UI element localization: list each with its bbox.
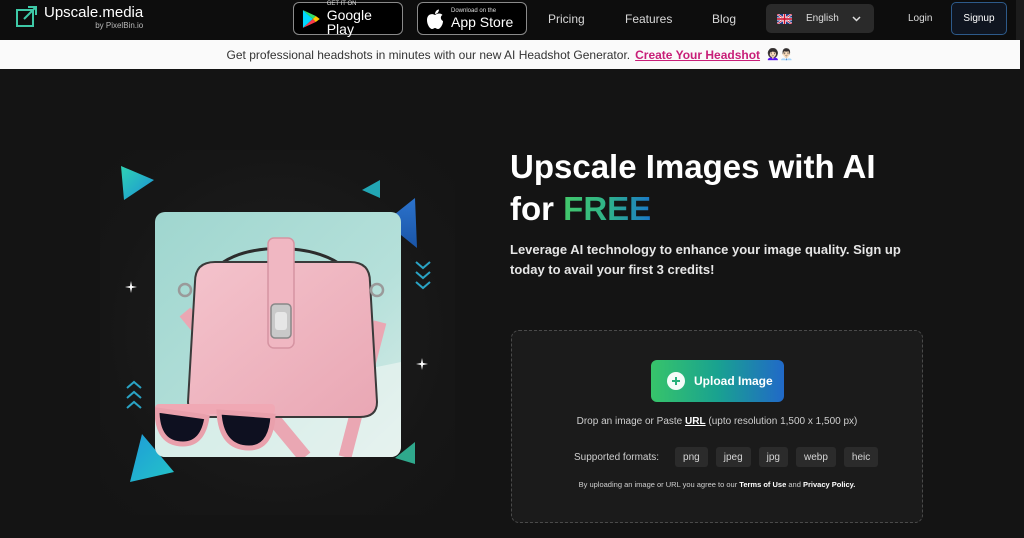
terms-of-use-link[interactable]: Terms of Use bbox=[739, 480, 786, 489]
google-play-icon bbox=[302, 9, 320, 28]
sparkle-icon bbox=[416, 358, 428, 370]
apple-icon bbox=[427, 9, 443, 29]
hero-title-free: FREE bbox=[563, 190, 652, 227]
hero-title-line1: Upscale Images with AI bbox=[510, 148, 876, 185]
format-chip-webp: webp bbox=[796, 447, 836, 467]
language-selector[interactable]: English bbox=[766, 4, 874, 33]
paste-url-link[interactable]: URL bbox=[685, 416, 706, 427]
banner-text: Get professional headshots in minutes wi… bbox=[226, 47, 631, 62]
drop-instructions: Drop an image or Paste URL (upto resolut… bbox=[512, 416, 922, 427]
hero-title-for: for bbox=[510, 190, 554, 227]
google-play-label: Google Play bbox=[326, 7, 372, 37]
pink-bag-illustration bbox=[155, 212, 401, 457]
nav-blog[interactable]: Blog bbox=[712, 12, 736, 26]
format-chip-heic: heic bbox=[843, 447, 879, 467]
announcement-banner: Get professional headshots in minutes wi… bbox=[0, 40, 1020, 69]
hero-subtitle: Leverage AI technology to enhance your i… bbox=[510, 242, 901, 277]
upload-image-label: Upload Image bbox=[694, 374, 773, 388]
upload-image-button[interactable]: Upload Image bbox=[651, 360, 784, 402]
headshot-emoji: 👩🏻‍🦱👨🏻‍💼 bbox=[766, 49, 794, 61]
formats-label: Supported formats: bbox=[574, 451, 660, 463]
supported-formats: Supported formats: png jpeg jpg webp hei… bbox=[574, 447, 879, 467]
drop-suffix: (upto resolution 1,500 x 1,500 px) bbox=[708, 416, 858, 427]
scrollbar[interactable] bbox=[1016, 0, 1024, 40]
sparkle-icon bbox=[125, 281, 137, 293]
app-store-button[interactable]: Download on the App Store bbox=[417, 2, 527, 35]
chevrons-up-icon bbox=[126, 380, 142, 409]
login-link[interactable]: Login bbox=[908, 13, 932, 24]
privacy-policy-link[interactable]: Privacy Policy. bbox=[803, 480, 855, 489]
format-chip-png: png bbox=[675, 447, 708, 467]
chevrons-down-icon bbox=[415, 261, 431, 290]
nav-features[interactable]: Features bbox=[625, 12, 672, 26]
terms-prefix: By uploading an image or URL you agree t… bbox=[578, 480, 738, 489]
upscale-logo-icon bbox=[16, 6, 37, 27]
sample-photo bbox=[155, 212, 401, 457]
logo-subtitle: by PixelBin.io bbox=[95, 21, 144, 30]
chevron-down-icon bbox=[852, 16, 861, 22]
format-chip-jpeg: jpeg bbox=[715, 447, 751, 467]
signup-button[interactable]: Signup bbox=[951, 2, 1007, 35]
google-play-button[interactable]: GET IT ON Google Play bbox=[293, 1, 403, 37]
hero-title: Upscale Images with AI for FREE bbox=[510, 146, 950, 230]
terms-notice: By uploading an image or URL you agree t… bbox=[512, 480, 922, 489]
small-triangle-icon bbox=[362, 180, 380, 198]
top-navigation: Upscale.media by PixelBin.io GET IT ON G… bbox=[0, 0, 1024, 40]
app-store-label: App Store bbox=[451, 14, 514, 30]
plus-circle-icon bbox=[667, 372, 685, 390]
uk-flag-icon bbox=[777, 13, 792, 24]
create-headshot-link[interactable]: Create Your Headshot bbox=[635, 48, 760, 62]
upload-dropzone[interactable]: Upload Image Drop an image or Paste URL … bbox=[511, 330, 923, 523]
format-chip-jpg: jpg bbox=[758, 447, 788, 467]
language-label: English bbox=[806, 13, 839, 24]
drop-prefix: Drop an image or Paste bbox=[576, 416, 683, 427]
logo[interactable]: Upscale.media by PixelBin.io bbox=[16, 3, 143, 30]
logo-title: Upscale.media bbox=[44, 4, 144, 21]
terms-and: and bbox=[788, 480, 801, 489]
teal-triangle-icon bbox=[121, 166, 154, 200]
nav-pricing[interactable]: Pricing bbox=[548, 12, 585, 26]
